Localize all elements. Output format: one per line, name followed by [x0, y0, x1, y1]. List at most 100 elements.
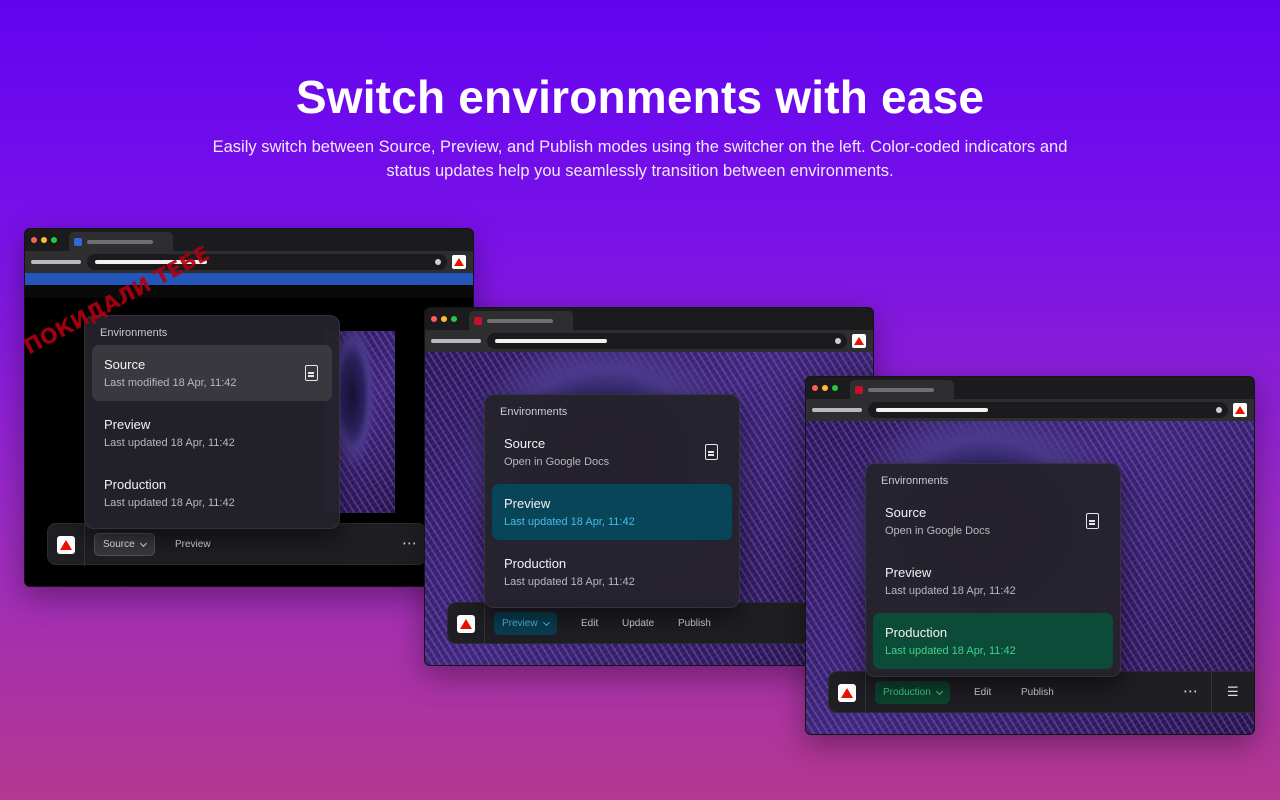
- environment-switcher[interactable]: Preview: [494, 612, 557, 635]
- environment-toolbar: Production Edit Publish ⋯ ☰: [828, 671, 1254, 714]
- browser-tab[interactable]: [69, 232, 173, 251]
- menu-header: Environments: [500, 406, 568, 418]
- edit-button[interactable]: Edit: [974, 687, 991, 698]
- item-subtitle: Last updated 18 Apr, 11:42: [885, 645, 1016, 657]
- item-subtitle: Last updated 18 Apr, 11:42: [504, 576, 635, 588]
- item-title: Preview: [504, 496, 551, 511]
- word-doc-favicon-icon: [74, 238, 82, 246]
- url-field[interactable]: [868, 402, 1228, 418]
- publish-button[interactable]: Publish: [1021, 687, 1054, 698]
- browser-window-source: Source Preview ⋯ Environments Source Las…: [24, 228, 474, 587]
- nav-buttons-placeholder[interactable]: [431, 339, 481, 343]
- divider: [484, 603, 485, 645]
- adobe-logo-icon[interactable]: [838, 684, 856, 702]
- url-field[interactable]: [87, 254, 447, 270]
- tab-title-placeholder: [868, 388, 934, 392]
- environment-switcher[interactable]: Source: [94, 533, 155, 556]
- address-bar-row: [806, 399, 1254, 421]
- chevron-down-icon: [139, 539, 147, 547]
- menu-item-preview[interactable]: Preview Last updated 18 Apr, 11:42: [492, 484, 732, 540]
- window-controls[interactable]: [31, 237, 57, 243]
- menu-item-source[interactable]: Source Open in Google Docs: [873, 493, 1113, 549]
- publish-button[interactable]: Publish: [678, 618, 711, 629]
- browser-tab[interactable]: [850, 380, 954, 399]
- headline: Switch environments with ease: [295, 71, 985, 123]
- adobe-favicon-icon: [474, 317, 482, 325]
- menu-item-production[interactable]: Production Last updated 18 Apr, 11:42: [492, 544, 732, 600]
- item-subtitle: Last updated 18 Apr, 11:42: [104, 497, 235, 509]
- browser-window-production: Production Edit Publish ⋯ ☰ Environments…: [805, 376, 1255, 735]
- menu-item-production[interactable]: Production Last updated 18 Apr, 11:42: [92, 465, 332, 521]
- nav-buttons-placeholder[interactable]: [812, 408, 862, 412]
- zoom-dot[interactable]: [51, 237, 57, 243]
- item-subtitle: Last updated 18 Apr, 11:42: [504, 516, 635, 528]
- item-title: Source: [104, 357, 146, 372]
- menu-item-preview[interactable]: Preview Last updated 18 Apr, 11:42: [92, 405, 332, 461]
- url-field[interactable]: [487, 333, 847, 349]
- item-title: Preview: [104, 417, 151, 432]
- chevron-down-icon: [935, 687, 943, 695]
- menu-header: Environments: [881, 475, 949, 487]
- close-dot[interactable]: [812, 385, 818, 391]
- item-subtitle: Open in Google Docs: [504, 456, 610, 468]
- environment-toolbar: Source Preview ⋯: [47, 523, 427, 566]
- document-icon[interactable]: [705, 444, 718, 460]
- record-icon: [835, 338, 841, 344]
- environments-menu: Environments Source Last modified 18 Apr…: [84, 315, 340, 529]
- record-icon: [435, 259, 441, 265]
- update-button[interactable]: Update: [622, 618, 654, 629]
- record-icon: [1216, 407, 1222, 413]
- tab-bar: [425, 308, 873, 330]
- window-controls[interactable]: [812, 385, 838, 391]
- edit-button[interactable]: Edit: [581, 618, 598, 629]
- subheadline: Easily switch between Source, Preview, a…: [212, 138, 1068, 180]
- document-icon[interactable]: [1086, 513, 1099, 529]
- item-title: Production: [104, 477, 167, 492]
- menu-item-production[interactable]: Production Last updated 18 Apr, 11:42: [873, 613, 1113, 669]
- adobe-extension-icon[interactable]: [452, 255, 466, 269]
- tab-bar: [806, 377, 1254, 399]
- environment-toolbar: Preview Edit Update Publish ⋯: [447, 602, 857, 645]
- environments-menu: Environments Source Open in Google Docs …: [484, 394, 740, 608]
- menu-item-preview[interactable]: Preview Last updated 18 Apr, 11:42: [873, 553, 1113, 609]
- close-dot[interactable]: [31, 237, 37, 243]
- more-options-icon[interactable]: ⋯: [1183, 682, 1199, 700]
- menu-item-source[interactable]: Source Open in Google Docs: [492, 424, 732, 480]
- item-title: Preview: [885, 565, 932, 580]
- minimize-dot[interactable]: [822, 385, 828, 391]
- environment-switcher-label: Source: [103, 539, 135, 550]
- zoom-dot[interactable]: [451, 316, 457, 322]
- browser-tab[interactable]: [469, 311, 573, 330]
- nav-buttons-placeholder[interactable]: [31, 260, 81, 264]
- window-controls[interactable]: [431, 316, 457, 322]
- divider: [1211, 672, 1212, 714]
- item-title: Production: [885, 625, 948, 640]
- zoom-dot[interactable]: [832, 385, 838, 391]
- environment-switcher[interactable]: Production: [875, 681, 950, 704]
- adobe-logo-icon[interactable]: [457, 615, 475, 633]
- url-text-placeholder: [495, 339, 607, 343]
- document-icon[interactable]: [305, 365, 318, 381]
- minimize-dot[interactable]: [41, 237, 47, 243]
- doc-toolbar: [25, 285, 473, 298]
- item-subtitle: Last modified 18 Apr, 11:42: [104, 377, 237, 389]
- adobe-logo-icon[interactable]: [57, 536, 75, 554]
- more-options-icon[interactable]: ⋯: [402, 534, 418, 552]
- close-dot[interactable]: [431, 316, 437, 322]
- hamburger-menu-icon[interactable]: ☰: [1227, 684, 1240, 700]
- preview-button[interactable]: Preview: [175, 539, 211, 550]
- item-title: Source: [504, 436, 546, 451]
- environments-menu: Environments Source Open in Google Docs …: [865, 463, 1121, 677]
- menu-header: Environments: [100, 327, 168, 339]
- minimize-dot[interactable]: [441, 316, 447, 322]
- adobe-extension-icon[interactable]: [852, 334, 866, 348]
- address-bar-row: [25, 251, 473, 273]
- item-title: Source: [885, 505, 927, 520]
- item-subtitle: Open in Google Docs: [885, 525, 991, 537]
- url-text-placeholder: [876, 408, 988, 412]
- menu-item-source[interactable]: Source Last modified 18 Apr, 11:42: [92, 345, 332, 401]
- item-subtitle: Last updated 18 Apr, 11:42: [885, 585, 1016, 597]
- item-subtitle: Last updated 18 Apr, 11:42: [104, 437, 235, 449]
- address-bar-row: [425, 330, 873, 352]
- adobe-extension-icon[interactable]: [1233, 403, 1247, 417]
